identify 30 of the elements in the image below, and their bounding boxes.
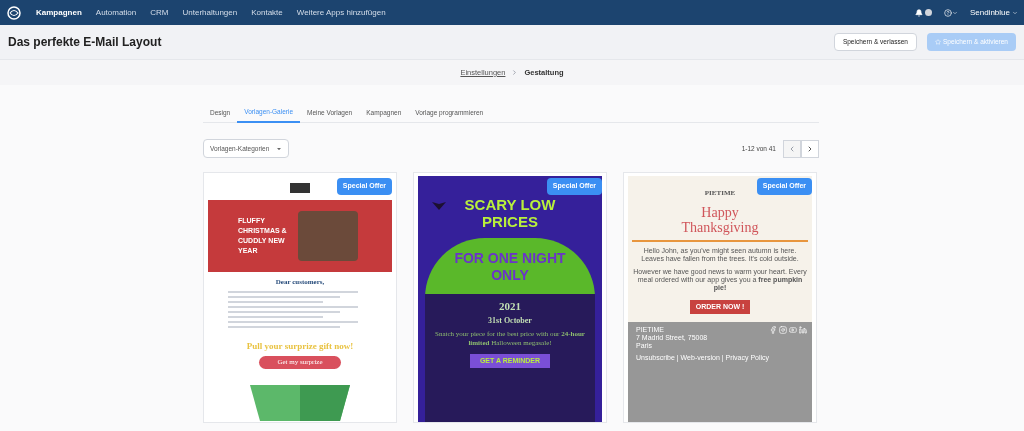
caret-icon[interactable] [951, 9, 958, 16]
help-icon[interactable] [943, 8, 952, 17]
notifications-icon[interactable] [914, 8, 923, 17]
chevron-left-icon [788, 144, 796, 153]
nav-item[interactable]: Kampagnen [36, 6, 82, 19]
caret-icon [276, 145, 283, 152]
linkedin-icon[interactable] [799, 326, 808, 334]
nav-item[interactable]: Weitere Apps hinzufügen [296, 6, 386, 19]
headline: Pull your surprize gift now! [245, 339, 355, 353]
next-page-button[interactable] [801, 139, 819, 158]
page-title: Das perfekte E-Mail Layout [8, 34, 162, 51]
nav-item[interactable]: Automation [95, 6, 137, 19]
youtube-icon[interactable] [789, 326, 798, 334]
chevron-right-icon [806, 144, 814, 153]
subhead: FOR ONE NIGHT ONLY [453, 250, 567, 284]
caret-icon[interactable] [1012, 9, 1018, 16]
nav-item[interactable]: CRM [150, 6, 169, 19]
star-icon [934, 39, 941, 45]
headline: Happy Thanksgiving [680, 204, 760, 235]
instagram-icon[interactable] [779, 326, 788, 334]
year: 2021 [499, 299, 521, 314]
date: 31st October [488, 314, 532, 327]
chevron-icon [511, 69, 519, 76]
template-card[interactable] [623, 172, 817, 423]
headline: SCARY LOW PRICES [463, 196, 557, 230]
facebook-icon[interactable] [769, 326, 778, 334]
account-menu[interactable]: Sendinblue [969, 6, 1010, 19]
nav-item[interactable]: Unterhaltungen [182, 6, 238, 19]
nav-item[interactable]: Kontakte [251, 6, 283, 19]
photo-placeholder [298, 211, 358, 261]
